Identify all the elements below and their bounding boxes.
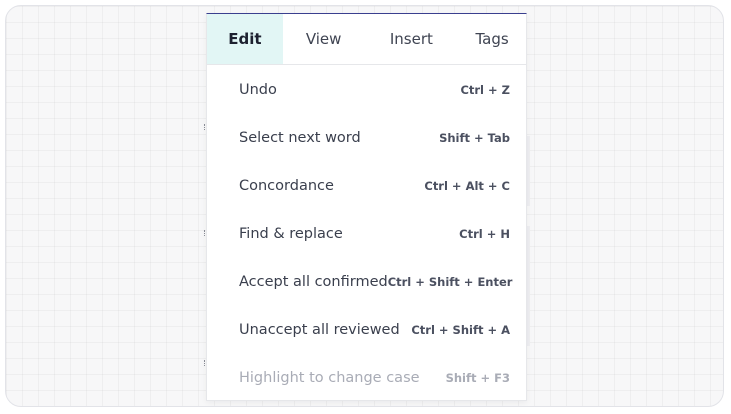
menu-item-accept-all-confirmed[interactable]: Accept all confirmed Ctrl + Shift + Ente… (207, 258, 526, 306)
menu-item-shortcut: Ctrl + Shift + A (411, 323, 510, 337)
menu-item-select-next-word[interactable]: Select next word Shift + Tab (207, 114, 526, 162)
menu-item-find-replace[interactable]: Find & replace Ctrl + H (207, 210, 526, 258)
menu-item-concordance[interactable]: Concordance Ctrl + Alt + C (207, 162, 526, 210)
menu-item-list: Undo Ctrl + Z Select next word Shift + T… (207, 66, 526, 402)
menu-item-highlight-change-case: Highlight to change case Shift + F3 (207, 354, 526, 402)
menu-item-undo[interactable]: Undo Ctrl + Z (207, 66, 526, 114)
edit-menu-dropdown: Edit View Insert Tags Undo Ctrl + Z Sele… (206, 13, 527, 401)
tab-insert[interactable]: Insert (365, 14, 459, 64)
menu-item-label: Concordance (239, 178, 334, 194)
menu-item-shortcut: Shift + F3 (445, 371, 510, 385)
menu-item-label: Highlight to change case (239, 370, 420, 386)
menu-item-label: Undo (239, 82, 277, 98)
canvas-background: Edit View Insert Tags Undo Ctrl + Z Sele… (5, 5, 724, 407)
tab-tags[interactable]: Tags (458, 14, 526, 64)
menu-item-label: Unaccept all reviewed (239, 322, 400, 338)
menu-tab-bar: Edit View Insert Tags (207, 14, 526, 65)
tab-edit[interactable]: Edit (207, 14, 283, 64)
menu-item-shortcut: Ctrl + H (459, 227, 510, 241)
menu-item-shortcut: Shift + Tab (439, 131, 510, 145)
menu-item-shortcut: Ctrl + Alt + C (424, 179, 510, 193)
menu-item-label: Find & replace (239, 226, 343, 242)
menu-item-label: Select next word (239, 130, 361, 146)
menu-item-label: Accept all confirmed (239, 274, 388, 290)
tab-view[interactable]: View (283, 14, 365, 64)
menu-item-unaccept-all-reviewed[interactable]: Unaccept all reviewed Ctrl + Shift + A (207, 306, 526, 354)
menu-item-shortcut: Ctrl + Z (460, 83, 510, 97)
menu-item-shortcut: Ctrl + Shift + Enter (387, 275, 513, 289)
